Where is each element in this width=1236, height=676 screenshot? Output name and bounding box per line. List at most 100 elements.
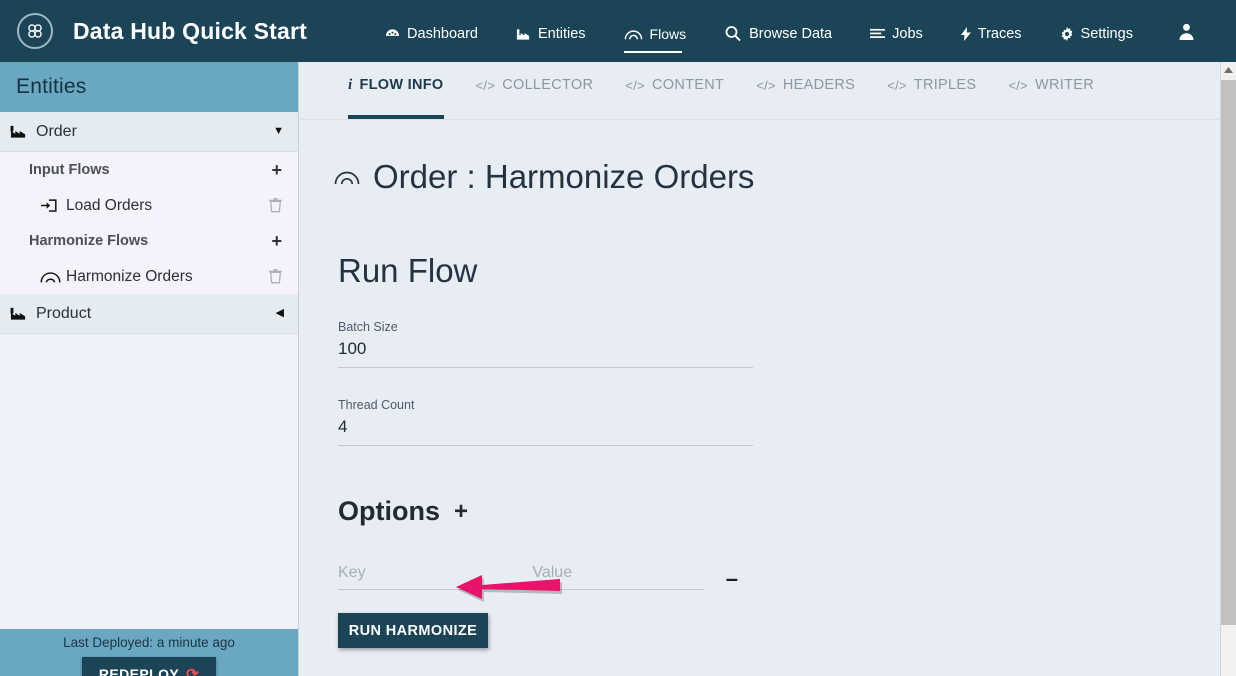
top-header: Data Hub Quick Start Dashboard Entities … — [0, 0, 1236, 62]
tab-triples[interactable]: </> TRIPLES — [887, 63, 976, 119]
last-deployed-text: Last Deployed: a minute ago — [63, 635, 235, 650]
run-flow-heading: Run Flow — [338, 252, 478, 289]
arch-flow-icon — [334, 168, 360, 186]
redeploy-button[interactable]: REDEPLOY ⟳ — [82, 657, 216, 676]
sidebar-entity-order[interactable]: Order ▼ — [0, 112, 298, 152]
nav-label: Entities — [537, 26, 586, 42]
tab-label: WRITER — [1035, 77, 1095, 93]
trash-icon[interactable] — [269, 198, 282, 213]
input-arrow-icon — [40, 198, 66, 213]
tab-label: FLOW INFO — [359, 77, 444, 93]
arch-flow-icon — [40, 270, 66, 284]
scrollbar-thumb[interactable] — [1221, 80, 1236, 625]
sidebar-entity-product[interactable]: Product ◀ — [0, 294, 298, 334]
sidebar-footer: Last Deployed: a minute ago REDEPLOY ⟳ — [0, 629, 298, 676]
tab-flow-info[interactable]: i FLOW INFO — [348, 63, 444, 119]
nav-item-traces[interactable]: Traces — [960, 9, 1022, 53]
tab-label: HEADERS — [782, 77, 856, 93]
info-icon: i — [348, 76, 353, 93]
field-thread-count: Thread Count 4 — [338, 398, 753, 446]
app-logo[interactable] — [17, 13, 53, 49]
code-icon: </> — [756, 77, 776, 93]
factory-icon — [516, 28, 531, 41]
nav-label: Browse Data — [749, 26, 833, 42]
nav-item-entities[interactable]: Entities — [516, 9, 586, 53]
refresh-icon: ⟳ — [186, 665, 200, 676]
add-harmonize-flow-button[interactable]: + — [271, 232, 282, 250]
add-option-button[interactable]: + — [454, 498, 468, 526]
sidebar-title: Entities — [16, 75, 87, 98]
field-batch-size: Batch Size 100 — [338, 320, 753, 368]
main-content: i FLOW INFO </> COLLECTOR </> CONTENT </… — [300, 62, 1221, 676]
field-label: Thread Count — [338, 398, 415, 412]
sidebar-header: Entities — [0, 62, 298, 112]
group-input-flows[interactable]: Input Flows + — [0, 152, 298, 188]
nav-label: Flows — [649, 26, 687, 42]
flow-item-load-orders[interactable]: Load Orders — [0, 188, 298, 223]
tab-label: CONTENT — [652, 77, 725, 93]
tab-writer[interactable]: </> WRITER — [1008, 63, 1094, 119]
nav-item-flows[interactable]: Flows — [623, 9, 687, 53]
arch-flow-icon — [624, 27, 643, 41]
entity-label: Order — [36, 122, 77, 140]
code-icon: </> — [625, 77, 645, 93]
group-label: Harmonize Flows — [29, 233, 149, 249]
group-harmonize-flows[interactable]: Harmonize Flows + — [0, 223, 298, 259]
code-icon: </> — [1008, 77, 1029, 93]
trash-icon[interactable] — [269, 269, 282, 284]
gear-icon — [1060, 27, 1074, 41]
code-icon: </> — [887, 77, 907, 93]
group-label: Input Flows — [29, 162, 110, 178]
factory-icon — [10, 307, 27, 321]
redeploy-label: REDEPLOY — [98, 666, 180, 676]
tab-content[interactable]: </> CONTENT — [625, 63, 724, 119]
code-icon: </> — [475, 77, 496, 93]
tab-label: TRIPLES — [913, 77, 977, 93]
active-tab-underline — [348, 115, 444, 119]
main-navigation: Dashboard Entities Flows Browse Data Job… — [385, 0, 1196, 62]
flow-item-harmonize-orders[interactable]: Harmonize Orders — [0, 259, 298, 294]
flow-tab-bar: i FLOW INFO </> COLLECTOR </> CONTENT </… — [300, 62, 1221, 120]
options-label: Options — [338, 496, 440, 526]
add-input-flow-button[interactable]: + — [271, 161, 282, 179]
active-nav-underline — [623, 51, 683, 53]
option-key-input[interactable]: Key — [338, 564, 518, 590]
batch-size-input[interactable]: 100 — [338, 334, 753, 368]
list-icon — [870, 28, 886, 40]
option-value-input[interactable]: Value — [532, 564, 704, 590]
page-title: Order : Harmonize Orders — [334, 158, 1221, 196]
scroll-up-icon[interactable] — [1221, 62, 1236, 79]
main-scrollbar[interactable] — [1220, 62, 1236, 676]
bolt-icon — [960, 27, 971, 41]
flow-label: Load Orders — [66, 196, 153, 214]
user-avatar-icon[interactable] — [1177, 22, 1196, 41]
nav-item-dashboard[interactable]: Dashboard — [385, 9, 478, 53]
thread-count-input[interactable]: 4 — [338, 412, 753, 446]
nav-label: Jobs — [892, 26, 923, 42]
nav-label: Settings — [1080, 26, 1133, 42]
search-icon — [724, 25, 742, 43]
tab-collector[interactable]: </> COLLECTOR — [476, 63, 594, 119]
app-title: Data Hub Quick Start — [73, 17, 308, 44]
chevron-left-icon[interactable]: ◀ — [276, 308, 284, 319]
flow-label: Harmonize Orders — [66, 267, 193, 285]
tab-headers[interactable]: </> HEADERS — [756, 63, 855, 119]
nav-item-browse-data[interactable]: Browse Data — [724, 9, 832, 53]
nav-item-jobs[interactable]: Jobs — [870, 9, 923, 53]
nav-item-settings[interactable]: Settings — [1060, 9, 1133, 53]
option-key-value-row: Key Value – — [338, 564, 738, 590]
factory-icon — [10, 125, 27, 139]
entity-label: Product — [36, 304, 92, 322]
dashboard-icon — [385, 28, 400, 41]
nav-label: Dashboard — [407, 26, 478, 42]
options-heading: Options + — [338, 496, 1221, 527]
run-harmonize-button[interactable]: RUN HARMONIZE — [338, 613, 488, 648]
molecule-logo-icon — [17, 13, 53, 49]
entities-sidebar: Entities Order ▼ Input Flows + Load Orde… — [0, 62, 299, 676]
field-label: Batch Size — [338, 320, 398, 334]
order-flow-groups: Input Flows + Load Orders Harmonize Flow… — [0, 152, 298, 294]
tab-label: COLLECTOR — [502, 77, 594, 93]
nav-label: Traces — [977, 26, 1022, 42]
chevron-down-icon[interactable]: ▼ — [273, 126, 284, 137]
remove-option-button[interactable]: – — [726, 568, 738, 590]
